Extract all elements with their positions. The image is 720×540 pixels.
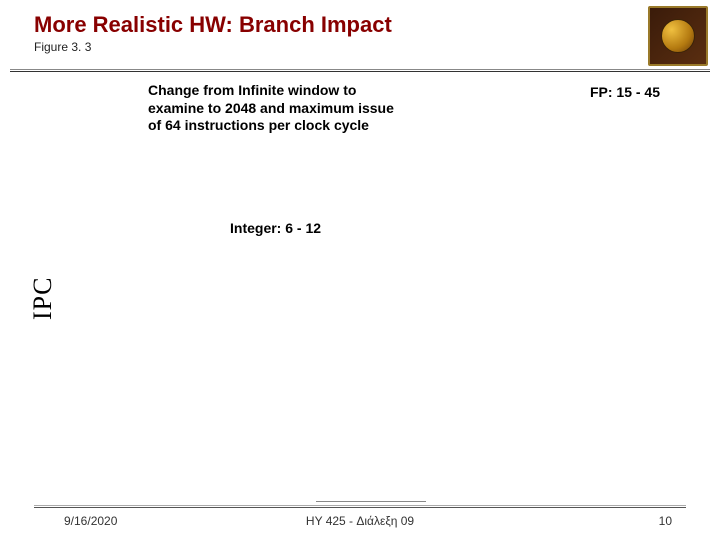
header-rule-light	[10, 69, 710, 70]
footer-rule-light	[34, 505, 686, 506]
figure-label: Figure 3. 3	[34, 40, 91, 54]
footer-center: HY 425 - Διάλεξη 09	[0, 514, 720, 528]
y-axis-label: IPC	[28, 277, 58, 320]
seal-inner-icon	[661, 19, 695, 53]
integer-range-label: Integer: 6 - 12	[230, 220, 321, 236]
footer-rule-notch	[316, 501, 426, 504]
header-rule-dark	[10, 71, 710, 72]
change-note-text: Change from Infinite window to examine t…	[148, 82, 398, 135]
footer-rule-dark	[34, 507, 686, 508]
fp-range-label: FP: 15 - 45	[590, 84, 660, 100]
footer-page-number: 10	[659, 514, 672, 528]
slide-title: More Realistic HW: Branch Impact	[34, 12, 392, 38]
university-seal-icon	[648, 6, 708, 66]
